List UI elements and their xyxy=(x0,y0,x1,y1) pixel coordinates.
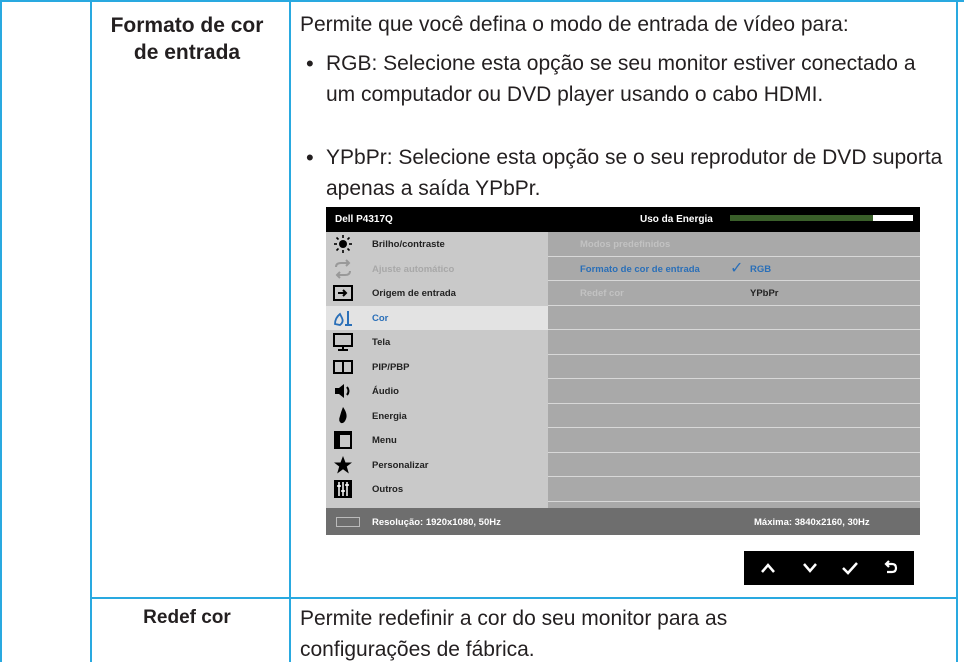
menu-label: Menu xyxy=(372,435,397,446)
current-resolution: Resolução: 1920x1080, 50Hz xyxy=(372,517,501,528)
row-label-reset-color: Redef cor xyxy=(143,607,231,628)
osd-header: Dell P4317Q Uso da Energia xyxy=(326,207,920,232)
energy-usage-bar xyxy=(730,215,913,221)
menu-label: Áudio xyxy=(372,386,399,397)
table-right-border xyxy=(956,0,958,662)
max-resolution: Máxima: 3840x2160, 30Hz xyxy=(754,517,870,528)
table-left-border xyxy=(0,0,2,662)
bullet-dot: • xyxy=(306,145,314,170)
osd-footer: Resolução: 1920x1080, 50Hz Máxima: 3840x… xyxy=(326,508,920,535)
row-reset-color-desc: Permite redefinir a cor do seu monitor p… xyxy=(300,607,728,661)
check-icon[interactable] xyxy=(832,551,868,585)
option-ypbpr[interactable]: YPbPr xyxy=(750,288,779,299)
table-col-divider-1 xyxy=(90,0,92,662)
submenu-label: Modos predefinidos xyxy=(580,239,671,250)
menu-label: Cor xyxy=(372,312,389,324)
submenu-empty-row xyxy=(548,453,920,477)
menu-label: PIP/PBP xyxy=(372,361,410,373)
brightness-icon xyxy=(334,235,352,253)
submenu-label: Formato de cor de entrada xyxy=(580,263,700,275)
pip-icon xyxy=(333,359,353,374)
menu-label: Origem de entrada xyxy=(372,288,456,299)
submenu-empty-row xyxy=(548,306,920,330)
submenu-empty-row xyxy=(548,477,920,502)
hdmi-connector-icon xyxy=(336,517,360,527)
submenu-label: Redef cor xyxy=(580,288,624,299)
submenu-empty-row xyxy=(548,428,920,453)
osd-energy-label: Uso da Energia xyxy=(640,214,713,225)
auto-adjust-icon xyxy=(335,258,351,279)
row-label-input-color-format: Formato de cor de entrada xyxy=(92,12,282,66)
label-line-1: Formato de cor xyxy=(110,14,264,37)
osd-submenu: Modos predefinidos Formato de cor de ent… xyxy=(548,232,920,508)
table-top-border xyxy=(0,0,964,2)
table-col-divider-2 xyxy=(289,0,291,662)
check-icon: ✓ xyxy=(730,259,744,277)
menu-label: Tela xyxy=(372,337,391,348)
others-icon xyxy=(334,480,352,498)
submenu-preset-modes: Modos predefinidos xyxy=(548,232,920,257)
menu-item-audio[interactable]: Áudio xyxy=(326,379,548,404)
osd-buttons xyxy=(744,551,914,585)
menu-item-display[interactable]: Tela xyxy=(326,330,548,355)
menu-item-input-source[interactable]: Origem de entrada xyxy=(326,281,548,306)
menu-label: Ajuste automático xyxy=(372,263,455,275)
menu-item-others[interactable]: Outros xyxy=(326,477,548,502)
up-arrow-icon[interactable] xyxy=(750,551,786,585)
bullet-rgb-text: RGB: Selecione esta opção se seu monitor… xyxy=(326,52,916,106)
label-line-2: de entrada xyxy=(133,41,241,64)
osd-main-menu: Brilho/contraste Ajuste automático Orige… xyxy=(326,232,548,508)
menu-item-menu[interactable]: Menu xyxy=(326,428,548,453)
menu-label: Personalizar xyxy=(372,459,429,471)
menu-item-auto-adjust: Ajuste automático xyxy=(326,257,548,282)
menu-label: Energia xyxy=(372,410,407,422)
row-intro-text: Permite que você defina o modo de entrad… xyxy=(300,13,849,36)
menu-icon xyxy=(334,431,352,449)
menu-item-energy[interactable]: Energia xyxy=(326,404,548,429)
menu-item-personalize[interactable]: Personalizar xyxy=(326,453,548,478)
display-icon xyxy=(333,333,353,351)
speaker-icon xyxy=(335,384,350,398)
down-arrow-icon[interactable] xyxy=(792,551,828,585)
submenu-empty-row xyxy=(548,379,920,404)
color-icon xyxy=(334,310,352,326)
table-row-divider xyxy=(90,597,958,599)
menu-item-brightness[interactable]: Brilho/contraste xyxy=(326,232,548,257)
star-icon xyxy=(334,455,352,473)
back-icon[interactable] xyxy=(872,551,908,585)
submenu-reset-color: Redef cor YPbPr xyxy=(548,281,920,306)
osd-menu-image: Dell P4317Q Uso da Energia Brilho/contra… xyxy=(326,207,920,591)
menu-label: Outros xyxy=(372,484,404,495)
input-source-icon xyxy=(333,285,353,301)
submenu-empty-row xyxy=(548,330,920,355)
submenu-empty-row xyxy=(548,404,920,428)
energy-icon xyxy=(339,406,347,423)
menu-item-color[interactable]: Cor xyxy=(326,305,548,330)
menu-label: Brilho/contraste xyxy=(372,239,445,250)
menu-item-pip-pbp[interactable]: PIP/PBP xyxy=(326,355,548,380)
osd-model: Dell P4317Q xyxy=(335,214,393,225)
bullet-dot: • xyxy=(306,51,314,76)
submenu-empty-row xyxy=(548,355,920,379)
submenu-input-color-format[interactable]: Formato de cor de entrada ✓ RGB xyxy=(548,257,920,281)
option-rgb[interactable]: RGB xyxy=(750,264,771,275)
bullet-ypbpr-text: YPbPr: Selecione esta opção se o seu rep… xyxy=(326,146,943,200)
energy-usage-fill xyxy=(872,215,913,221)
